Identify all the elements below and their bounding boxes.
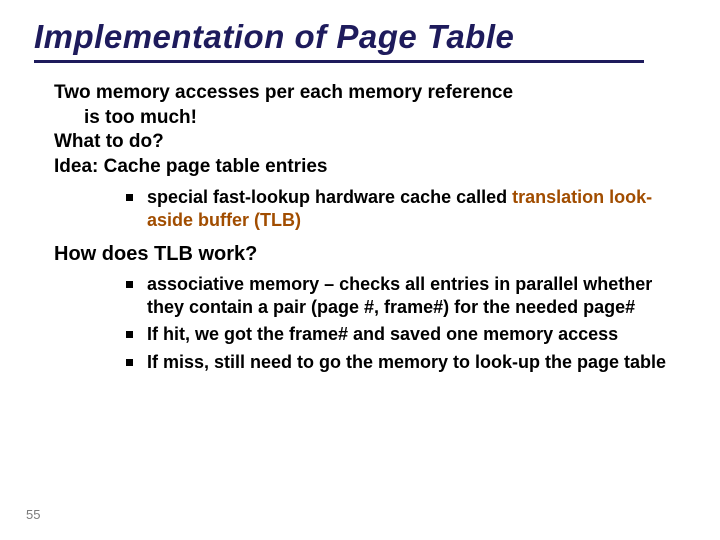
square-bullet-icon: [126, 359, 133, 366]
list-item: If miss, still need to go the memory to …: [126, 351, 692, 374]
square-bullet-icon: [126, 281, 133, 288]
list-item: If hit, we got the frame# and saved one …: [126, 323, 692, 346]
square-bullet-icon: [126, 331, 133, 338]
sublist-1: special fast-lookup hardware cache calle…: [54, 186, 692, 233]
list-item: associative memory – checks all entries …: [126, 273, 692, 320]
list-item-text: special fast-lookup hardware cache calle…: [147, 186, 692, 233]
intro-line-3-bold: Cache page table entries: [104, 156, 328, 177]
square-bullet-icon: [126, 194, 133, 201]
intro-text: Two memory accesses per each memory refe…: [54, 81, 692, 180]
section-2-title: How does TLB work?: [54, 241, 692, 267]
page-number: 55: [26, 507, 40, 522]
list-item-text: associative memory – checks all entries …: [147, 273, 692, 320]
list-item-text: If hit, we got the frame# and saved one …: [147, 323, 692, 346]
intro-line-1: Two memory accesses per each memory refe…: [54, 81, 692, 106]
slide-body: Two memory accesses per each memory refe…: [34, 81, 692, 374]
list-item-text: If miss, still need to go the memory to …: [147, 351, 692, 374]
sublist-2: associative memory – checks all entries …: [54, 273, 692, 375]
title-underline: [34, 60, 644, 63]
sub1-item1-pre: special fast-lookup hardware cache calle…: [147, 187, 512, 207]
list-item: special fast-lookup hardware cache calle…: [126, 186, 692, 233]
intro-line-3-prefix: Idea:: [54, 156, 104, 177]
slide: Implementation of Page Table Two memory …: [0, 0, 720, 398]
intro-line-2: What to do?: [54, 130, 692, 155]
intro-line-3: Idea: Cache page table entries: [54, 155, 692, 180]
slide-title: Implementation of Page Table: [34, 18, 692, 56]
intro-line-1b: is too much!: [54, 106, 692, 131]
